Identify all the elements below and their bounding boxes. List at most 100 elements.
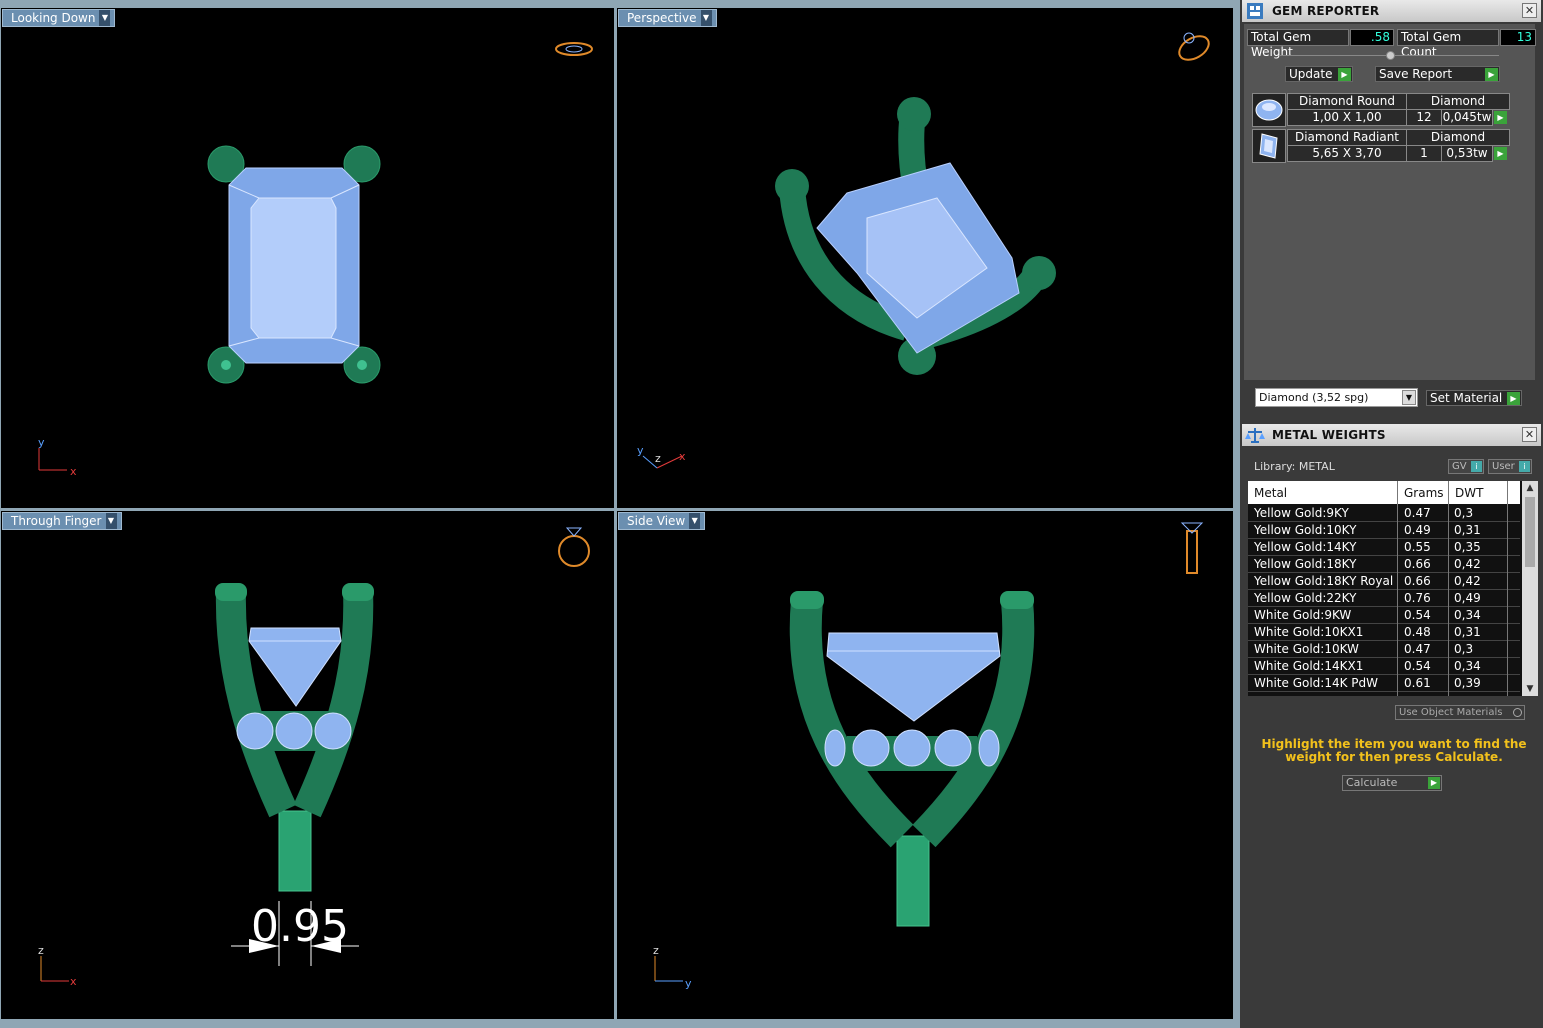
column-divider (1507, 481, 1508, 696)
gem-reporter-icon (1244, 0, 1266, 22)
metal-cell: White Gold:14K PdW (1254, 676, 1379, 690)
play-icon: ▶ (1428, 777, 1440, 789)
axis-x-label: x (679, 450, 686, 463)
radiant-gem-thumbnail-icon (1252, 129, 1286, 163)
slider-handle[interactable] (1386, 51, 1395, 60)
dwt-cell: 0,34 (1454, 608, 1481, 622)
column-divider (1448, 481, 1449, 696)
library-label: Library: METAL (1254, 460, 1335, 473)
grams-cell: 0.66 (1404, 557, 1431, 571)
axis-z-label: z (653, 944, 659, 957)
metal-cell: Yellow Gold:18KY Royal (1254, 574, 1394, 588)
gem-row[interactable]: Diamond Round Diamond 1,00 X 1,00 12 0,0… (1252, 93, 1510, 127)
set-material-button[interactable]: Set Material ▶ (1426, 390, 1522, 406)
viewport-looking-down[interactable]: Looking Down ▼ y x (1, 8, 614, 508)
metal-cell: Yellow Gold:18KY (1254, 557, 1357, 571)
chevron-down-icon[interactable]: ▼ (1522, 682, 1538, 696)
material-select[interactable]: Diamond (3,52 spg) ▼ (1255, 388, 1418, 407)
app-window: Looking Down ▼ y x Perspective ▼ y z x T… (0, 0, 1543, 1028)
user-toggle[interactable]: User i (1488, 459, 1532, 474)
scrollbar-thumb[interactable] (1525, 497, 1535, 567)
metal-cell: Yellow Gold:14KY (1254, 540, 1357, 554)
update-button[interactable]: Update ▶ (1285, 66, 1353, 82)
axis-indicator (642, 455, 683, 469)
close-icon[interactable]: ✕ (1522, 3, 1537, 18)
chevron-up-icon[interactable]: ▲ (1522, 481, 1538, 495)
play-icon[interactable]: ▶ (1494, 147, 1507, 160)
dwt-cell: 0,42 (1454, 557, 1481, 571)
gem-size: 5,65 X 3,70 (1287, 145, 1407, 162)
column-header-grams[interactable]: Grams (1404, 486, 1444, 500)
dwt-cell: 0,39 (1454, 676, 1481, 690)
gem-count: 12 (1406, 109, 1442, 126)
dwt-cell: 0,35 (1454, 540, 1481, 554)
grams-cell: 0.54 (1404, 608, 1431, 622)
melee-gems (236, 712, 352, 750)
viewport-through-finger[interactable]: Through Finger ▼ 0.95 z x (1, 511, 614, 1019)
gem-reporter-body: Total Gem Weight .58 Total Gem Count 13 … (1244, 24, 1536, 380)
table-row[interactable]: Yellow Gold:22KY 0.76 0,49 (1248, 590, 1520, 607)
chevron-down-icon[interactable]: ▼ (1402, 390, 1416, 405)
metal-cell: White Gold:10KX1 (1254, 625, 1364, 639)
side-panel: GEM REPORTER ✕ Total Gem Weight .58 Tota… (1240, 0, 1543, 1028)
table-row[interactable]: White Gold:14K PdW 0.61 0,39 (1248, 675, 1520, 692)
axis-y-label: y (38, 436, 45, 449)
axis-x-label: x (70, 465, 77, 478)
column-header-dwt[interactable]: DWT (1455, 486, 1483, 500)
gem-row[interactable]: Diamond Radiant Diamond 5,65 X 3,70 1 0,… (1252, 129, 1510, 163)
gem-name: Diamond Radiant (1287, 129, 1407, 146)
axis-indicator (654, 956, 683, 982)
grams-cell: 0.76 (1404, 591, 1431, 605)
grams-cell: 0.47 (1404, 506, 1431, 520)
metal-cell: Yellow Gold:22KY (1254, 591, 1357, 605)
gem-weight: 0,045tw (1441, 109, 1493, 126)
side-view-model: z y (653, 522, 1204, 990)
radio-icon (1513, 708, 1522, 717)
metal-cell: Yellow Gold:10KY (1254, 523, 1357, 537)
grams-cell: 0.55 (1404, 540, 1431, 554)
table-row[interactable]: White Gold:10KW 0.47 0,3 (1248, 641, 1520, 658)
save-report-button[interactable]: Save Report ▶ (1375, 66, 1500, 82)
dwt-cell: 0,49 (1454, 591, 1481, 605)
save-report-button-label: Save Report (1379, 67, 1453, 81)
close-icon[interactable]: ✕ (1522, 427, 1537, 442)
table-row[interactable]: Yellow Gold:14KY 0.55 0,35 (1248, 539, 1520, 556)
axis-z-label: z (38, 944, 44, 957)
grams-cell: 0.54 (1404, 659, 1431, 673)
table-row[interactable]: White Gold:9KW 0.54 0,34 (1248, 607, 1520, 624)
axis-x-label: x (70, 975, 77, 988)
calculate-button[interactable]: Calculate ▶ (1342, 775, 1442, 791)
gv-toggle[interactable]: GV i (1448, 459, 1484, 474)
metal-table-scrollbar[interactable]: ▲ ▼ (1522, 481, 1538, 696)
play-icon: ▶ (1338, 68, 1351, 81)
ring-orientation-icon (555, 42, 593, 56)
table-row[interactable]: Yellow Gold:10KY 0.49 0,31 (1248, 522, 1520, 539)
table-row[interactable]: Yellow Gold:9KY 0.47 0,3 (1248, 505, 1520, 522)
metal-table[interactable]: Metal Grams DWT Yellow Gold:9KY 0.47 0,3 Ye… (1248, 481, 1538, 696)
table-row[interactable]: Yellow Gold:18KY 0.66 0,42 (1248, 556, 1520, 573)
viewport-side-view[interactable]: Side View ▼ z y (617, 511, 1233, 1019)
use-object-materials-toggle[interactable]: Use Object Materials (1395, 705, 1525, 720)
radiant-gem (826, 632, 1001, 722)
front-view-model: 0.95 z x (38, 527, 590, 988)
metal-cell: White Gold:14KX1 (1254, 659, 1364, 673)
column-divider (1397, 481, 1398, 696)
dwt-cell: 0,42 (1454, 574, 1481, 588)
table-row[interactable]: Yellow Gold:18KY Royal 0.66 0,42 (1248, 573, 1520, 590)
table-row[interactable]: White Gold:10KX1 0.48 0,31 (1248, 624, 1520, 641)
top-view-model: y x (38, 42, 593, 478)
grams-cell: 0.61 (1404, 676, 1431, 690)
table-row[interactable]: White Gold:14KX1 0.54 0,34 (1248, 658, 1520, 675)
radiant-gem (228, 167, 360, 364)
info-icon: i (1471, 461, 1482, 472)
dwt-cell: 0,3 (1454, 642, 1474, 656)
metal-cell: Yellow Gold:9KY (1254, 506, 1349, 520)
gv-label: GV (1452, 461, 1467, 472)
total-gem-count-label: Total Gem Count (1397, 29, 1499, 59)
play-icon[interactable]: ▶ (1494, 111, 1507, 124)
play-icon: ▶ (1485, 68, 1498, 81)
ring-orientation-icon (558, 527, 590, 567)
viewport-perspective[interactable]: Perspective ▼ y z x (617, 8, 1233, 508)
column-header-metal[interactable]: Metal (1254, 486, 1287, 500)
update-button-label: Update (1289, 67, 1333, 81)
